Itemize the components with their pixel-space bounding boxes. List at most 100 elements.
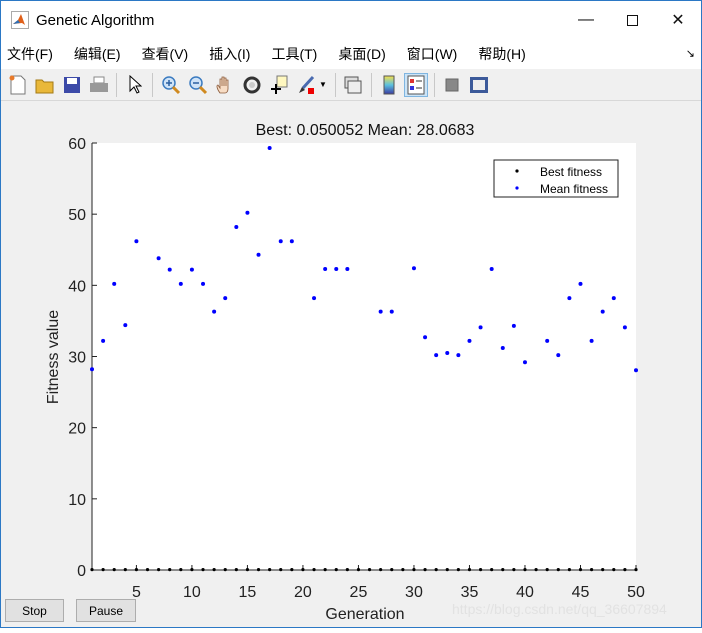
best-fitness-point <box>467 568 472 572</box>
mean-fitness-point <box>478 325 483 330</box>
stop-button[interactable]: Stop <box>5 599 64 622</box>
toolbar-separator <box>116 72 117 97</box>
best-fitness-point <box>345 568 349 572</box>
link-plot-icon <box>344 76 362 93</box>
best-fitness-point <box>445 568 449 572</box>
best-fitness-point <box>234 568 238 572</box>
mean-fitness-point <box>223 296 228 301</box>
y-tick-label: 50 <box>68 207 86 224</box>
close-button[interactable]: ✕ <box>655 1 701 39</box>
mean-fitness-point <box>522 360 527 365</box>
maximize-button[interactable] <box>609 1 655 39</box>
brush-button[interactable] <box>294 73 318 97</box>
pointer-button[interactable] <box>123 73 147 97</box>
mean-fitness-point <box>589 338 594 343</box>
open-button[interactable] <box>33 73 57 97</box>
legend-marker-best <box>515 169 519 173</box>
mean-fitness-point <box>234 224 239 229</box>
mean-fitness-point <box>434 353 439 358</box>
x-axis-label: Generation <box>325 606 404 623</box>
save-button[interactable] <box>60 73 84 97</box>
mean-fitness-point <box>112 281 117 286</box>
mean-fitness-point <box>389 309 394 314</box>
mean-fitness-point <box>622 325 627 330</box>
brush-dropdown-icon[interactable]: ▼ <box>319 80 327 89</box>
best-fitness-point <box>623 568 627 572</box>
mean-fitness-point <box>345 266 350 271</box>
menu-view[interactable]: 查看(V) <box>140 42 191 66</box>
zoom-in-button[interactable] <box>159 73 183 97</box>
hide-plot-tools-button[interactable] <box>440 73 464 97</box>
toolbar-separator <box>152 72 153 97</box>
show-plot-tools-button[interactable] <box>467 73 491 97</box>
mean-fitness-point <box>267 145 272 150</box>
dock-arrow-icon[interactable]: ↘ <box>686 47 695 60</box>
x-tick-label: 25 <box>350 584 368 601</box>
best-fitness-point <box>290 568 294 572</box>
best-fitness-point <box>390 568 394 572</box>
menu-window[interactable]: 窗口(W) <box>405 42 460 66</box>
matlab-logo-icon <box>11 11 29 29</box>
minimize-button[interactable]: — <box>563 1 609 39</box>
mean-fitness-point <box>511 323 516 328</box>
best-fitness-point <box>401 568 405 572</box>
best-fitness-point <box>179 568 183 572</box>
mean-fitness-point <box>101 338 106 343</box>
best-fitness-point <box>101 568 105 572</box>
mean-fitness-point <box>123 323 128 328</box>
zoom-out-button[interactable] <box>186 73 210 97</box>
zoom-in-icon <box>161 75 180 94</box>
x-tick-label: 30 <box>405 584 423 601</box>
x-tick-label: 35 <box>461 584 479 601</box>
new-file-button[interactable] <box>6 73 30 97</box>
y-tick-label: 40 <box>68 278 86 295</box>
legend-label-mean: Mean fitness <box>540 182 608 196</box>
hide-plot-tools-icon <box>445 78 459 91</box>
window-title: Genetic Algorithm <box>36 11 155 29</box>
legend-button[interactable] <box>404 72 429 97</box>
best-fitness-point <box>256 568 261 572</box>
best-fitness-point <box>279 568 283 572</box>
pause-button[interactable]: Pause <box>76 599 136 622</box>
pointer-icon <box>129 74 142 94</box>
data-cursor-icon <box>270 75 287 94</box>
figure-window: Genetic Algorithm — ✕ 文件(F) 编辑(E) 查看(V) … <box>0 0 702 628</box>
data-cursor-button[interactable] <box>267 73 291 97</box>
best-fitness-point <box>312 568 316 572</box>
menu-file[interactable]: 文件(F) <box>5 42 55 66</box>
menu-bar: 文件(F) 编辑(E) 查看(V) 插入(I) 工具(T) 桌面(D) 窗口(W… <box>1 39 701 69</box>
mean-fitness-point <box>634 368 638 373</box>
best-fitness-point <box>268 568 272 572</box>
mean-fitness-point <box>201 281 206 286</box>
print-button[interactable] <box>87 73 111 97</box>
mean-fitness-point <box>245 210 250 215</box>
link-plot-button[interactable] <box>341 73 365 97</box>
pan-button[interactable] <box>213 73 237 97</box>
y-tick-label: 0 <box>77 563 86 580</box>
menu-help[interactable]: 帮助(H) <box>476 42 527 66</box>
menu-edit[interactable]: 编辑(E) <box>72 42 123 66</box>
mean-fitness-point <box>134 239 139 244</box>
menu-tools[interactable]: 工具(T) <box>269 42 319 66</box>
best-fitness-point <box>578 568 583 572</box>
colorbar-button[interactable] <box>377 73 401 97</box>
save-icon <box>63 76 80 93</box>
toolbar: ▼ <box>1 69 701 101</box>
best-fitness-point <box>612 568 616 572</box>
best-fitness-point <box>223 568 227 572</box>
toolbar-separator <box>370 72 372 97</box>
chart-title: Best: 0.050052 Mean: 28.0683 <box>256 122 475 139</box>
mean-fitness-point <box>334 266 339 271</box>
rotate-button[interactable] <box>240 73 264 97</box>
best-fitness-point <box>201 568 205 572</box>
mean-fitness-point <box>289 239 294 244</box>
menu-insert[interactable]: 插入(I) <box>207 42 252 66</box>
best-fitness-point <box>434 568 438 572</box>
mean-fitness-point <box>156 256 161 261</box>
best-fitness-point <box>190 568 194 572</box>
mean-fitness-point <box>578 281 583 286</box>
best-fitness-point <box>245 568 250 572</box>
mean-fitness-point <box>467 338 472 343</box>
menu-desktop[interactable]: 桌面(D) <box>336 42 387 66</box>
best-fitness-point <box>567 568 571 572</box>
